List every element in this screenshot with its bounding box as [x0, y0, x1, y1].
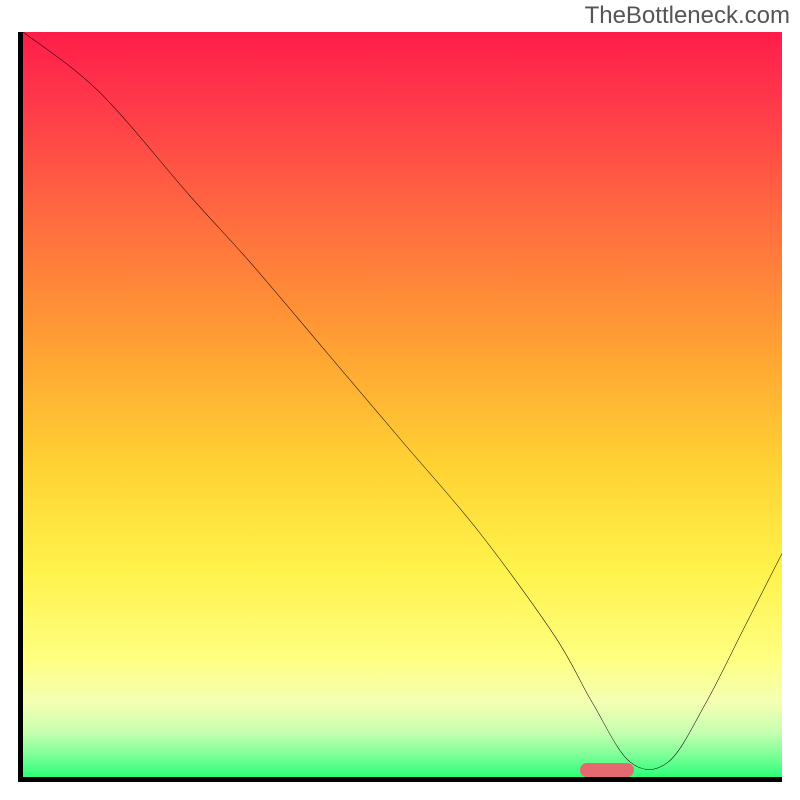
optimal-marker [580, 763, 634, 777]
chart-container: TheBottleneck.com [0, 0, 800, 800]
plot-area [18, 32, 782, 782]
bottleneck-curve [23, 32, 782, 777]
watermark-text: TheBottleneck.com [585, 2, 790, 30]
